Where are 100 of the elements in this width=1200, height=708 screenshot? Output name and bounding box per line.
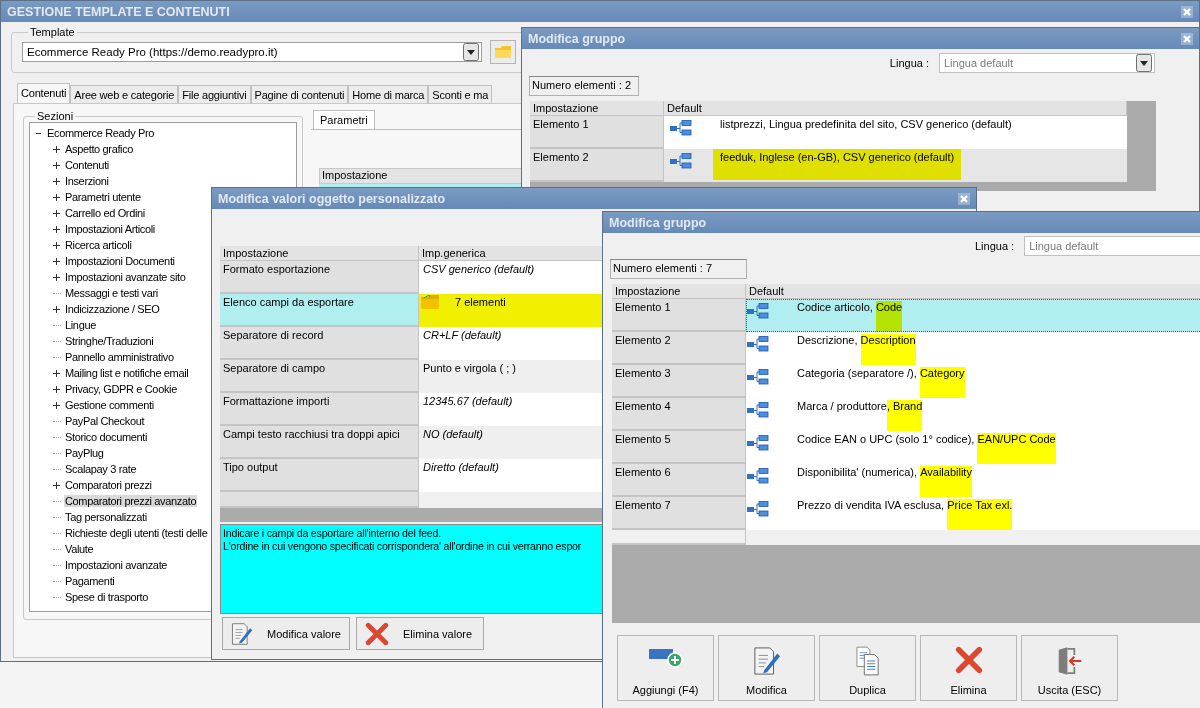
- expand-icon[interactable]: [52, 480, 61, 490]
- tree-item[interactable]: PayPal Checkout: [64, 415, 146, 427]
- tree-item[interactable]: Pagamenti: [64, 575, 116, 587]
- expand-icon[interactable]: [52, 160, 61, 170]
- tree-item[interactable]: Ecommerce Ready Pro: [46, 127, 156, 139]
- cell-text: listprezzi, Lingua predefinita del sito, CSV generico (default): [719, 117, 1013, 132]
- column-header: Default: [664, 101, 1127, 116]
- add-button[interactable]: Aggiungi (F4): [617, 635, 714, 701]
- exit-door-icon: [1056, 646, 1083, 676]
- table-cell[interactable]: listprezzi, Lingua predefinita del sito, CSV generico (default): [664, 116, 1127, 149]
- tab[interactable]: Home di marca: [348, 85, 429, 103]
- table-cell: Elemento 1: [612, 299, 746, 332]
- language-dropdown[interactable]: Lingua default: [939, 53, 1155, 73]
- exit-button[interactable]: Uscita (ESC): [1021, 635, 1118, 701]
- table-cell[interactable]: feeduk, Inglese (en-GB), CSV generico (default): [664, 149, 1127, 182]
- hierarchy-icon: [670, 120, 692, 136]
- hierarchy-icon: [747, 435, 769, 451]
- expand-icon[interactable]: [52, 256, 61, 266]
- cell-text: Marca / produttore, Brand: [769, 398, 923, 431]
- delete-button[interactable]: Elimina: [920, 635, 1017, 701]
- close-icon[interactable]: [958, 192, 970, 205]
- table-row[interactable]: Codice EAN o UPC (solo 1° codice), EAN/UPC Code: [746, 431, 1200, 464]
- tree-item[interactable]: Spese di trasporto: [64, 591, 149, 603]
- delete-button[interactable]: Elimina valore: [356, 617, 484, 650]
- tab[interactable]: Parametri: [313, 110, 375, 129]
- tree-item[interactable]: Mailing list e notifiche email: [64, 367, 190, 379]
- tab[interactable]: File aggiuntivi: [178, 85, 251, 103]
- tree-item[interactable]: Comparatori prezzi: [64, 479, 153, 491]
- count-field: Numero elementi : 2: [529, 76, 639, 96]
- tree-item[interactable]: Aspetto grafico: [64, 143, 135, 155]
- cell-text: Prezzo di vendita IVA esclusa, Price Tax exl.: [769, 497, 1013, 530]
- tree-item[interactable]: Richieste degli utenti (testi delle: [64, 527, 209, 539]
- table-cell: Elemento 7: [612, 497, 746, 530]
- expand-icon[interactable]: [52, 240, 61, 250]
- expand-icon[interactable]: [52, 304, 61, 314]
- table-cell: Separatore di campo: [220, 360, 419, 393]
- expand-icon[interactable]: [52, 144, 61, 154]
- column-header: Default: [746, 284, 1200, 299]
- tree-item[interactable]: Privacy, GDPR e Cookie: [64, 383, 178, 395]
- table-row[interactable]: Disponibilita' (numerica), Availability: [746, 464, 1200, 497]
- expand-icon[interactable]: [52, 224, 61, 234]
- expand-icon[interactable]: [52, 384, 61, 394]
- tree-item[interactable]: Comparatori prezzi avanzato: [64, 495, 198, 507]
- expand-icon[interactable]: [52, 192, 61, 202]
- expand-icon[interactable]: [52, 400, 61, 410]
- tree-item[interactable]: Lingue: [64, 319, 97, 331]
- tree-item[interactable]: Inserzioni: [64, 175, 110, 187]
- tree-item[interactable]: Parametri utente: [64, 191, 142, 203]
- expand-icon[interactable]: [52, 208, 61, 218]
- table-cell: Elemento 3: [612, 365, 746, 398]
- tree-item[interactable]: PayPlug: [64, 447, 105, 459]
- table-cell-text: NO (default): [423, 427, 483, 440]
- tree-item[interactable]: Scalapay 3 rate: [64, 463, 138, 475]
- cell-text: 7 elementi: [455, 295, 506, 308]
- tree-item[interactable]: Gestione commenti: [64, 399, 155, 411]
- table-cell-text: CR+LF (default): [423, 328, 502, 341]
- tree-item[interactable]: Impostazioni Articoli: [64, 223, 156, 235]
- tab[interactable]: Sconti e ma: [428, 85, 493, 103]
- edit-button[interactable]: Modifica valore: [222, 617, 350, 650]
- tab[interactable]: Pagine di contenuti: [250, 85, 349, 103]
- column-header: Impostazione: [612, 284, 746, 299]
- table-row[interactable]: Categoria (separatore /), Category: [746, 365, 1200, 398]
- hierarchy-icon: [747, 336, 769, 352]
- expand-icon[interactable]: [52, 368, 61, 378]
- duplicate-button[interactable]: Duplica: [819, 635, 916, 701]
- tab[interactable]: Aree web e categorie: [70, 85, 179, 103]
- tree-item[interactable]: Valute: [64, 543, 95, 555]
- table-cell: Elemento 2: [530, 149, 664, 182]
- window-title: GESTIONE TEMPLATE E CONTENUTI: [7, 4, 230, 19]
- tab[interactable]: Contenuti: [17, 83, 71, 103]
- tree-item[interactable]: Messaggi e testi vari: [64, 287, 159, 299]
- table-row[interactable]: Codice articolo, Code: [746, 299, 1200, 332]
- template-dropdown[interactable]: Ecommerce Ready Pro (https://demo.readypro.it): [22, 42, 482, 62]
- tree-item[interactable]: Contenuti: [64, 159, 110, 171]
- table-row[interactable]: Marca / produttore, Brand: [746, 398, 1200, 431]
- table-row[interactable]: Descrizione, Description: [746, 332, 1200, 365]
- close-icon[interactable]: [1181, 5, 1193, 18]
- table-row[interactable]: Prezzo di vendita IVA esclusa, Price Tax exl.: [746, 497, 1200, 530]
- expand-icon[interactable]: [52, 176, 61, 186]
- hierarchy-icon: [747, 369, 769, 385]
- hierarchy-icon: [747, 402, 769, 418]
- window-title: Modifica gruppo: [528, 31, 626, 46]
- folder-icon: [421, 295, 439, 309]
- close-icon[interactable]: [1181, 32, 1193, 45]
- tree-item[interactable]: Impostazioni avanzate: [64, 559, 169, 571]
- tree-item[interactable]: Pannello amministrativo: [64, 351, 175, 363]
- field-label: Lingua :: [889, 57, 929, 69]
- language-dropdown[interactable]: Lingua default: [1024, 236, 1200, 256]
- expand-icon[interactable]: [52, 272, 61, 282]
- tree-item[interactable]: Storico documenti: [64, 431, 149, 443]
- tree-item[interactable]: Stringhe/Traduzioni: [64, 335, 155, 347]
- tree-item[interactable]: Indicizzazione / SEO: [64, 303, 161, 315]
- table-cell: Elemento 2: [612, 332, 746, 365]
- tree-item[interactable]: Impostazioni Documenti: [64, 255, 176, 267]
- edit-button[interactable]: Modifica: [718, 635, 815, 701]
- tree-item[interactable]: Ricerca articoli: [64, 239, 133, 251]
- tree-item[interactable]: Carrello ed Ordini: [64, 207, 146, 219]
- table-cell: Formattazione importi: [220, 393, 419, 426]
- tree-item[interactable]: Impostazioni avanzate sito: [64, 271, 187, 283]
- tree-item[interactable]: Tag personalizzati: [64, 511, 148, 523]
